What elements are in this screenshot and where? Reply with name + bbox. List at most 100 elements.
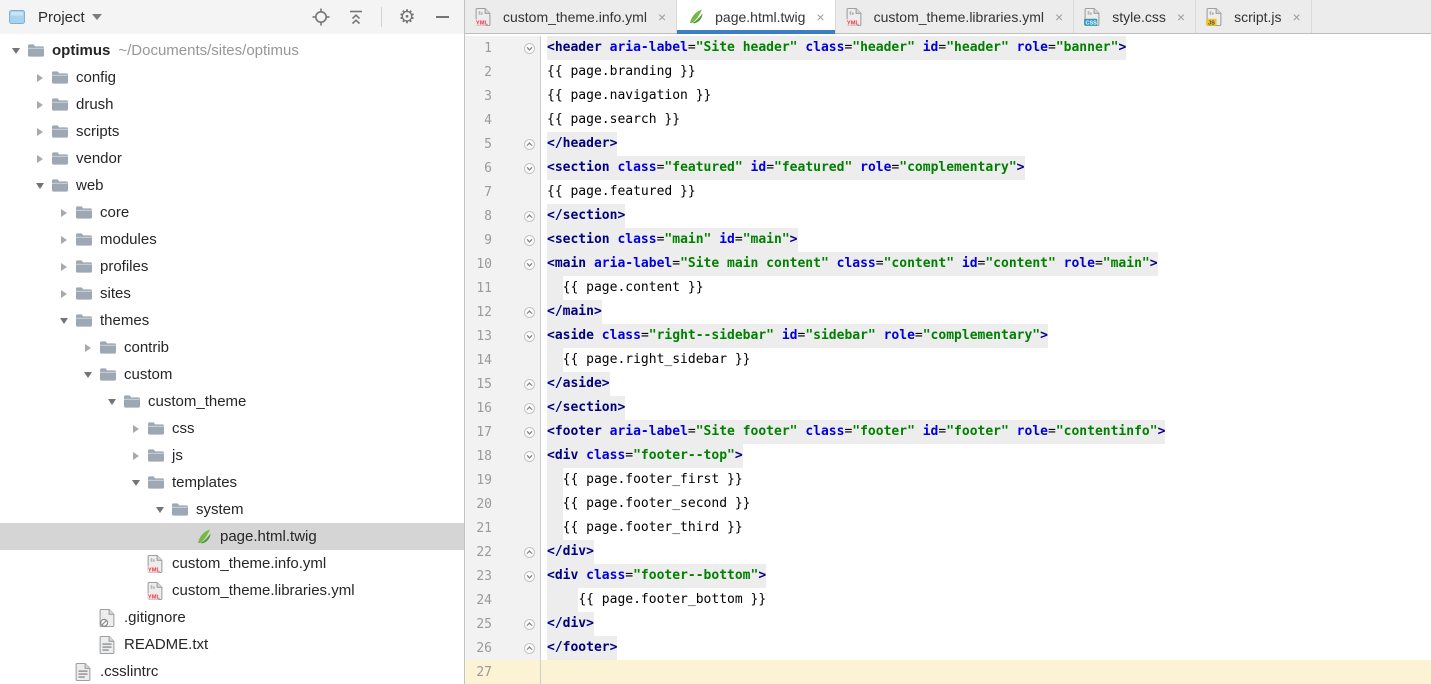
fold-icon[interactable]	[492, 43, 540, 54]
code-line[interactable]: 10 <main aria-label="Site main content" …	[465, 252, 1431, 276]
close-icon[interactable]: ×	[1177, 9, 1185, 25]
tree-item-config[interactable]: config	[0, 64, 464, 91]
code-line[interactable]: 26</footer>	[465, 636, 1431, 660]
code-line[interactable]: 16</section>	[465, 396, 1431, 420]
chevron-right-icon[interactable]	[53, 209, 75, 217]
tab-custom-theme-libraries-yml[interactable]: YMLcustom_theme.libraries.yml×	[836, 0, 1075, 33]
code-line[interactable]: 17<footer aria-label="Site footer" class…	[465, 420, 1431, 444]
code-line[interactable]: 18 <div class="footer--top">	[465, 444, 1431, 468]
tree-item-page-html-twig[interactable]: page.html.twig	[0, 523, 464, 550]
locate-icon[interactable]	[311, 7, 331, 27]
fold-icon[interactable]	[492, 379, 540, 390]
collapse-all-icon[interactable]	[346, 7, 366, 27]
chevron-right-icon[interactable]	[53, 236, 75, 244]
hide-icon[interactable]	[432, 7, 452, 27]
close-icon[interactable]: ×	[1055, 9, 1063, 25]
code-line[interactable]: 27	[465, 660, 1431, 684]
code-line[interactable]: 6<section class="featured" id="featured"…	[465, 156, 1431, 180]
tab-page-html-twig[interactable]: page.html.twig×	[677, 0, 835, 33]
tree-item-modules[interactable]: modules	[0, 226, 464, 253]
chevron-down-icon[interactable]	[101, 399, 123, 405]
tree-item-custom[interactable]: custom	[0, 361, 464, 388]
tree-item-system[interactable]: system	[0, 496, 464, 523]
code-line[interactable]: 25 </div>	[465, 612, 1431, 636]
code-line[interactable]: 4 {{ page.search }}	[465, 108, 1431, 132]
code-line[interactable]: 19 {{ page.footer_first }}	[465, 468, 1431, 492]
tree-item-drush[interactable]: drush	[0, 91, 464, 118]
fold-icon[interactable]	[492, 547, 540, 558]
tree-item--csslintrc[interactable]: .csslintrc	[0, 658, 464, 684]
chevron-right-icon[interactable]	[125, 452, 147, 460]
tree-item-web[interactable]: web	[0, 172, 464, 199]
fold-icon[interactable]	[492, 619, 540, 630]
tab-script-js[interactable]: JSscript.js×	[1196, 0, 1312, 33]
chevron-down-icon[interactable]	[125, 480, 147, 486]
fold-icon[interactable]	[492, 259, 540, 270]
code-line[interactable]: 24 {{ page.footer_bottom }}	[465, 588, 1431, 612]
gear-icon[interactable]: ⚙	[397, 7, 417, 27]
chevron-right-icon[interactable]	[125, 425, 147, 433]
code-line[interactable]: 3 {{ page.navigation }}	[465, 84, 1431, 108]
chevron-right-icon[interactable]	[29, 155, 51, 163]
code-line[interactable]: 23 <div class="footer--bottom">	[465, 564, 1431, 588]
fold-icon[interactable]	[492, 643, 540, 654]
tab-custom-theme-info-yml[interactable]: YMLcustom_theme.info.yml×	[465, 0, 677, 33]
chevron-down-icon[interactable]	[53, 318, 75, 324]
code-line[interactable]: 5</header>	[465, 132, 1431, 156]
tree-item-js[interactable]: js	[0, 442, 464, 469]
chevron-right-icon[interactable]	[29, 74, 51, 82]
tree-item-custom-theme-libraries-yml[interactable]: YMLcustom_theme.libraries.yml	[0, 577, 464, 604]
code-line[interactable]: 1<header aria-label="Site header" class=…	[465, 36, 1431, 60]
fold-icon[interactable]	[492, 451, 540, 462]
tree-item-scripts[interactable]: scripts	[0, 118, 464, 145]
code-line[interactable]: 8</section>	[465, 204, 1431, 228]
tree-item-custom-theme-info-yml[interactable]: YMLcustom_theme.info.yml	[0, 550, 464, 577]
code-line[interactable]: 7 {{ page.featured }}	[465, 180, 1431, 204]
tree-item-optimus[interactable]: optimus~/Documents/sites/optimus	[0, 37, 464, 64]
tree-item-profiles[interactable]: profiles	[0, 253, 464, 280]
chevron-down-icon[interactable]	[5, 48, 27, 54]
fold-icon[interactable]	[492, 211, 540, 222]
tree-item-readme-txt[interactable]: README.txt	[0, 631, 464, 658]
code-line[interactable]: 20 {{ page.footer_second }}	[465, 492, 1431, 516]
tree-item-core[interactable]: core	[0, 199, 464, 226]
chevron-right-icon[interactable]	[53, 263, 75, 271]
tree-item-themes[interactable]: themes	[0, 307, 464, 334]
chevron-right-icon[interactable]	[29, 101, 51, 109]
chevron-down-icon[interactable]	[92, 14, 102, 20]
close-icon[interactable]: ×	[816, 9, 824, 25]
code-line[interactable]: 12 </main>	[465, 300, 1431, 324]
chevron-right-icon[interactable]	[29, 128, 51, 136]
chevron-right-icon[interactable]	[53, 290, 75, 298]
tree-item-css[interactable]: css	[0, 415, 464, 442]
fold-icon[interactable]	[492, 331, 540, 342]
fold-icon[interactable]	[492, 571, 540, 582]
fold-icon[interactable]	[492, 427, 540, 438]
code-line[interactable]: 13 <aside class="right--sidebar" id="sid…	[465, 324, 1431, 348]
code-line[interactable]: 9<section class="main" id="main">	[465, 228, 1431, 252]
chevron-down-icon[interactable]	[77, 372, 99, 378]
code-line[interactable]: 15 </aside>	[465, 372, 1431, 396]
code-line[interactable]: 21 {{ page.footer_third }}	[465, 516, 1431, 540]
fold-icon[interactable]	[492, 139, 540, 150]
tree-item-vendor[interactable]: vendor	[0, 145, 464, 172]
tab-style-css[interactable]: CSSstyle.css×	[1074, 0, 1196, 33]
tree-item-contrib[interactable]: contrib	[0, 334, 464, 361]
code-line[interactable]: 11 {{ page.content }}	[465, 276, 1431, 300]
close-icon[interactable]: ×	[1293, 9, 1301, 25]
fold-icon[interactable]	[492, 163, 540, 174]
chevron-down-icon[interactable]	[149, 507, 171, 513]
fold-icon[interactable]	[492, 403, 540, 414]
close-icon[interactable]: ×	[658, 9, 666, 25]
chevron-down-icon[interactable]	[29, 183, 51, 189]
fold-icon[interactable]	[492, 307, 540, 318]
code-line[interactable]: 22 </div>	[465, 540, 1431, 564]
panel-title[interactable]: Project	[38, 9, 85, 26]
fold-icon[interactable]	[492, 235, 540, 246]
chevron-right-icon[interactable]	[77, 344, 99, 352]
code-editor[interactable]: 1<header aria-label="Site header" class=…	[465, 34, 1431, 684]
tree-item--gitignore[interactable]: .gitignore	[0, 604, 464, 631]
code-line[interactable]: 2 {{ page.branding }}	[465, 60, 1431, 84]
code-line[interactable]: 14 {{ page.right_sidebar }}	[465, 348, 1431, 372]
tree-item-custom-theme[interactable]: custom_theme	[0, 388, 464, 415]
